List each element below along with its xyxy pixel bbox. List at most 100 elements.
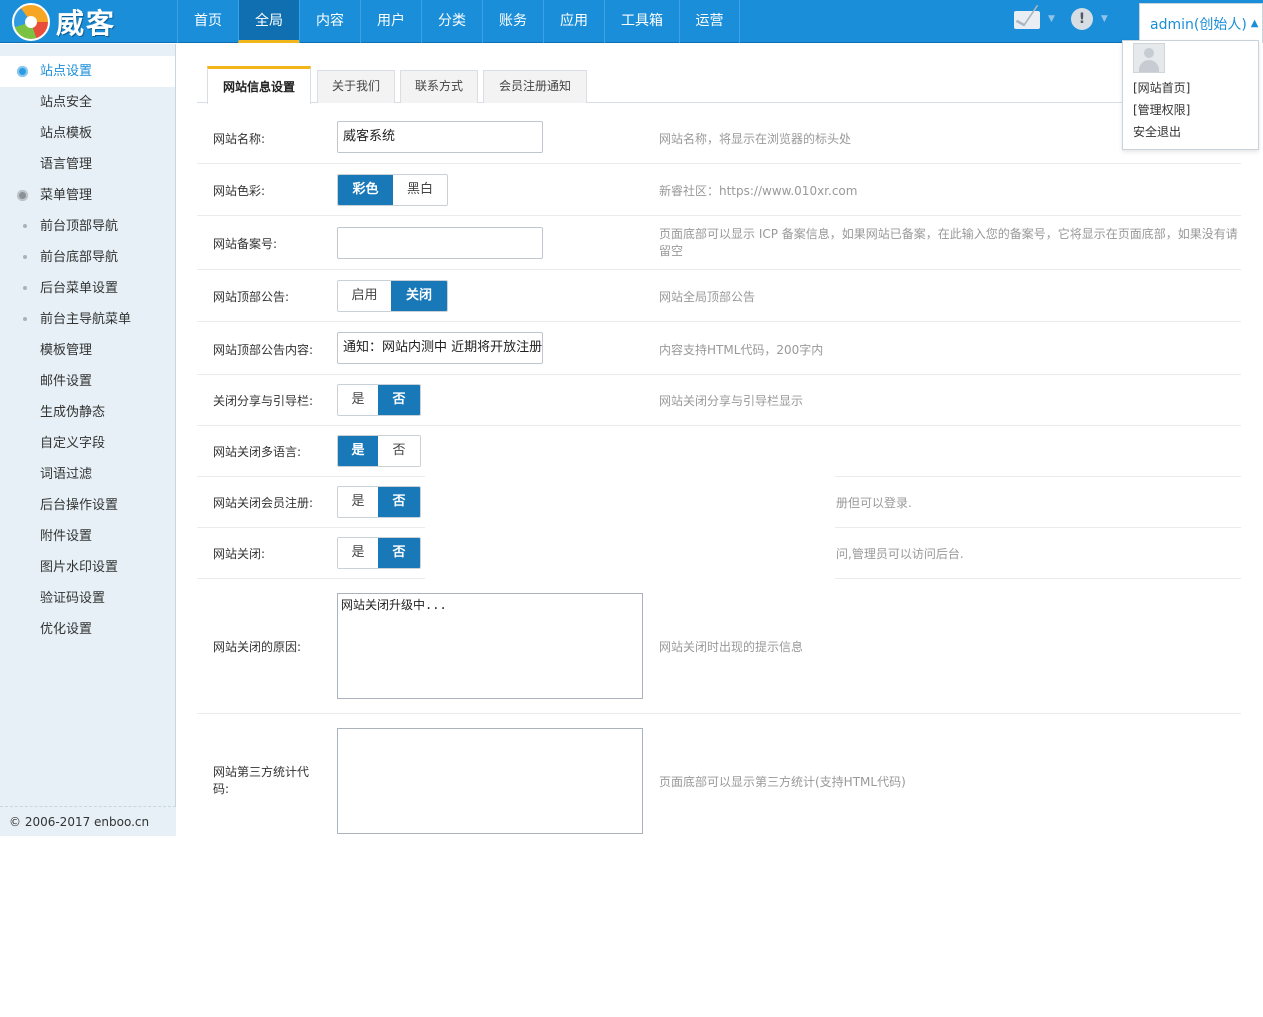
nav-item-global[interactable]: 全局	[238, 0, 299, 43]
menu-site-home[interactable]: [网站首页]	[1133, 77, 1258, 99]
field-label: 网站第三方统计代码:	[213, 765, 310, 796]
nav-item-home[interactable]: 首页	[177, 0, 238, 43]
site-color-toggle: 彩色 黑白	[337, 174, 448, 206]
form-row-stats-code: 网站第三方统计代码: 页面底部可以显示第三方统计(支持HTML代码)	[197, 714, 1241, 836]
circle-icon	[17, 190, 28, 201]
form-row-site-color: 网站色彩: 彩色 黑白 新睿社区：https://www.010xr.com	[197, 164, 1241, 216]
copyright: © 2006-2017 enboo.cn	[0, 806, 176, 836]
menu-logout[interactable]: 安全退出	[1133, 121, 1258, 143]
avatar	[1133, 43, 1165, 73]
user-name: admin(创始人)	[1150, 16, 1247, 33]
field-description: 网站全局顶部公告	[659, 290, 756, 304]
nav-item-apps[interactable]: 应用	[543, 0, 604, 43]
sidebar-item-admin-operations[interactable]: 后台操作设置	[0, 490, 175, 521]
form-row-notice-content: 网站顶部公告内容: 通知：网站内测中 近期将开放注册 内容支持HTML代码，20…	[197, 322, 1241, 375]
alert-icon[interactable]: !	[1070, 8, 1093, 30]
sidebar-item-language[interactable]: 语言管理	[0, 149, 175, 180]
logo-text: 威客	[56, 7, 117, 40]
bw-option-button[interactable]: 黑白	[393, 175, 447, 205]
field-label: 网站色彩:	[213, 184, 266, 198]
nav-item-content[interactable]: 内容	[299, 0, 360, 43]
no-option-button[interactable]: 否	[378, 538, 420, 568]
chevron-down-icon[interactable]: ▼	[1048, 14, 1055, 24]
sidebar-item-captcha[interactable]: 验证码设置	[0, 583, 175, 614]
field-description: 问,管理员可以访问后台.	[836, 547, 964, 561]
field-description: 新睿社区：https://www.010xr.com	[659, 184, 858, 198]
sidebar-item-site-settings[interactable]: 站点设置	[0, 56, 175, 87]
stats-code-textarea[interactable]	[337, 728, 643, 834]
yes-option-button[interactable]: 是	[338, 436, 378, 466]
yes-option-button[interactable]: 是	[338, 487, 378, 517]
sidebar: 站点设置 站点安全 站点模板 语言管理 菜单管理 前台顶部导航 前台底部导航 后…	[0, 44, 176, 836]
nav-item-users[interactable]: 用户	[360, 0, 421, 43]
nav-item-finance[interactable]: 账务	[482, 0, 543, 43]
form-row-close-reason: 网站关闭的原因: 网站关闭升级中... 网站关闭时出现的提示信息	[197, 579, 1241, 714]
tab-about-us[interactable]: 关于我们	[317, 70, 395, 103]
menu-permissions[interactable]: [管理权限]	[1133, 99, 1258, 121]
bullet-icon	[23, 255, 27, 259]
field-label: 网站关闭的原因:	[213, 640, 302, 654]
icp-input[interactable]	[337, 227, 543, 259]
field-label: 网站顶部公告:	[213, 290, 290, 304]
disable-option-button[interactable]: 关闭	[391, 281, 447, 311]
notice-content-input[interactable]: 通知：网站内测中 近期将开放注册	[337, 332, 543, 364]
tab-site-info[interactable]: 网站信息设置	[207, 66, 311, 104]
sidebar-item-custom-fields[interactable]: 自定义字段	[0, 428, 175, 459]
nav-item-category[interactable]: 分类	[421, 0, 482, 43]
sidebar-item-mail[interactable]: 邮件设置	[0, 366, 175, 397]
sidebar-item-admin-menu[interactable]: 后台菜单设置	[0, 273, 175, 304]
notice-toggle: 启用 关闭	[337, 280, 448, 312]
user-dropdown: [网站首页] [管理权限] 安全退出	[1122, 40, 1259, 150]
form-row-notice: 网站顶部公告: 启用 关闭 网站全局顶部公告	[197, 270, 1241, 322]
close-reason-textarea[interactable]: 网站关闭升级中...	[337, 593, 643, 699]
settings-tabs: 网站信息设置 关于我们 联系方式 会员注册通知	[197, 66, 1241, 104]
sidebar-item-word-filter[interactable]: 词语过滤	[0, 459, 175, 490]
caret-up-icon: ▲	[1250, 18, 1259, 29]
no-option-button[interactable]: 否	[378, 436, 420, 466]
user-menu-toggle[interactable]: admin(创始人) ▲	[1139, 3, 1263, 43]
tab-contact[interactable]: 联系方式	[400, 70, 478, 103]
sidebar-item-optimization[interactable]: 优化设置	[0, 614, 175, 645]
bullet-icon	[23, 224, 27, 228]
sidebar-item-menu-management[interactable]: 菜单管理	[0, 180, 175, 211]
form-row-close-share: 关闭分享与引导栏: 是 否 网站关闭分享与引导栏显示	[197, 375, 1241, 426]
close-share-toggle: 是 否	[337, 384, 421, 416]
field-label: 网站顶部公告内容:	[213, 343, 314, 357]
yes-option-button[interactable]: 是	[338, 538, 378, 568]
sidebar-item-site-security[interactable]: 站点安全	[0, 87, 175, 118]
color-option-button[interactable]: 彩色	[338, 175, 393, 205]
site-name-input[interactable]: 威客系统	[337, 121, 543, 153]
mail-icon[interactable]	[1014, 11, 1040, 29]
field-description: 页面底部可以显示 ICP 备案信息，如果网站已备案，在此输入您的备案号，它将显示…	[659, 227, 1238, 258]
field-description: 网站关闭时出现的提示信息	[659, 640, 804, 654]
sidebar-item-pseudo-static[interactable]: 生成伪静态	[0, 397, 175, 428]
sidebar-item-attachments[interactable]: 附件设置	[0, 521, 175, 552]
close-lang-toggle: 是 否	[337, 435, 421, 467]
field-description: 网站名称，将显示在浏览器的标头处	[659, 132, 852, 146]
close-register-toggle: 是 否	[337, 486, 421, 518]
sidebar-item-front-main-nav[interactable]: 前台主导航菜单	[0, 304, 175, 335]
nav-item-operations[interactable]: 运营	[679, 0, 740, 43]
field-description: 页面底部可以显示第三方统计(支持HTML代码)	[659, 775, 906, 789]
tab-register-notice[interactable]: 会员注册通知	[483, 70, 587, 103]
no-option-button[interactable]: 否	[378, 385, 420, 415]
sidebar-item-template-management[interactable]: 模板管理	[0, 335, 175, 366]
nav-item-toolbox[interactable]: 工具箱	[604, 0, 679, 43]
logo-icon	[12, 3, 50, 41]
circle-icon	[17, 66, 28, 77]
form-row-site-name: 网站名称: 威客系统 网站名称，将显示在浏览器的标头处	[197, 112, 1241, 164]
field-description: 网站关闭分享与引导栏显示	[659, 394, 804, 408]
sidebar-item-front-bottom-nav[interactable]: 前台底部导航	[0, 242, 175, 273]
field-label: 关闭分享与引导栏:	[213, 394, 314, 408]
yes-option-button[interactable]: 是	[338, 385, 378, 415]
no-option-button[interactable]: 否	[378, 487, 420, 517]
enable-option-button[interactable]: 启用	[338, 281, 391, 311]
field-label: 网站关闭会员注册:	[213, 496, 314, 510]
logo[interactable]: 威客	[12, 3, 162, 41]
chevron-down-icon[interactable]: ▼	[1101, 14, 1108, 24]
field-description: 内容支持HTML代码，200字内	[659, 343, 824, 357]
sidebar-item-site-template[interactable]: 站点模板	[0, 118, 175, 149]
sidebar-item-watermark[interactable]: 图片水印设置	[0, 552, 175, 583]
top-icons: ▼ ! ▼	[1014, 8, 1124, 30]
sidebar-item-front-top-nav[interactable]: 前台顶部导航	[0, 211, 175, 242]
